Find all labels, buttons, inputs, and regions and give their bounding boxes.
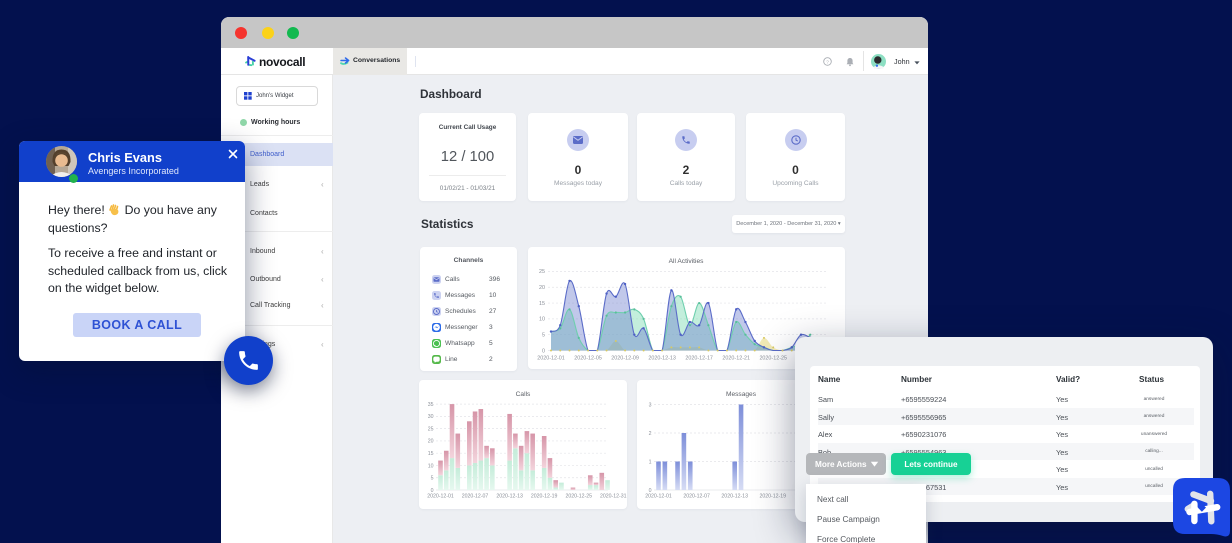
svg-text:2020-12-19: 2020-12-19 bbox=[760, 494, 787, 500]
svg-text:2020-12-09: 2020-12-09 bbox=[611, 356, 639, 362]
svg-text:30: 30 bbox=[428, 414, 434, 420]
svg-text:10: 10 bbox=[539, 317, 545, 323]
svg-text:1: 1 bbox=[649, 459, 652, 465]
svg-text:2020-12-13: 2020-12-13 bbox=[648, 356, 676, 362]
svg-text:20: 20 bbox=[539, 285, 545, 291]
svg-text:25: 25 bbox=[539, 269, 545, 275]
svg-text:Calls: Calls bbox=[516, 391, 531, 398]
svg-text:2020-12-01: 2020-12-01 bbox=[427, 494, 454, 500]
svg-text:Messages: Messages bbox=[726, 391, 757, 398]
svg-text:2020-12-31: 2020-12-31 bbox=[600, 494, 627, 500]
svg-text:All Activities: All Activities bbox=[669, 258, 705, 265]
svg-text:2: 2 bbox=[649, 431, 652, 437]
svg-text:2020-12-19: 2020-12-19 bbox=[531, 494, 558, 500]
svg-text:2020-12-13: 2020-12-13 bbox=[721, 494, 748, 500]
svg-text:15: 15 bbox=[539, 301, 545, 307]
svg-text:15: 15 bbox=[428, 451, 434, 457]
svg-text:2020-12-13: 2020-12-13 bbox=[496, 494, 523, 500]
svg-text:3: 3 bbox=[649, 402, 652, 408]
svg-text:2020-12-25: 2020-12-25 bbox=[565, 494, 592, 500]
svg-text:2020-12-07: 2020-12-07 bbox=[462, 494, 489, 500]
svg-text:2020-12-01: 2020-12-01 bbox=[537, 356, 565, 362]
svg-text:20: 20 bbox=[428, 439, 434, 445]
svg-text:5: 5 bbox=[431, 476, 434, 482]
svg-text:25: 25 bbox=[428, 426, 434, 432]
svg-text:2020-12-21: 2020-12-21 bbox=[722, 356, 750, 362]
svg-text:2020-12-07: 2020-12-07 bbox=[683, 494, 710, 500]
svg-text:10: 10 bbox=[428, 463, 434, 469]
svg-text:?: ? bbox=[826, 59, 829, 65]
svg-text:2020-12-17: 2020-12-17 bbox=[685, 356, 713, 362]
svg-text:2020-12-01: 2020-12-01 bbox=[645, 494, 672, 500]
svg-text:2020-12-25: 2020-12-25 bbox=[759, 356, 787, 362]
svg-text:5: 5 bbox=[542, 332, 545, 338]
svg-text:35: 35 bbox=[428, 402, 434, 408]
svg-text:0: 0 bbox=[542, 348, 545, 354]
svg-text:2020-12-05: 2020-12-05 bbox=[574, 356, 602, 362]
